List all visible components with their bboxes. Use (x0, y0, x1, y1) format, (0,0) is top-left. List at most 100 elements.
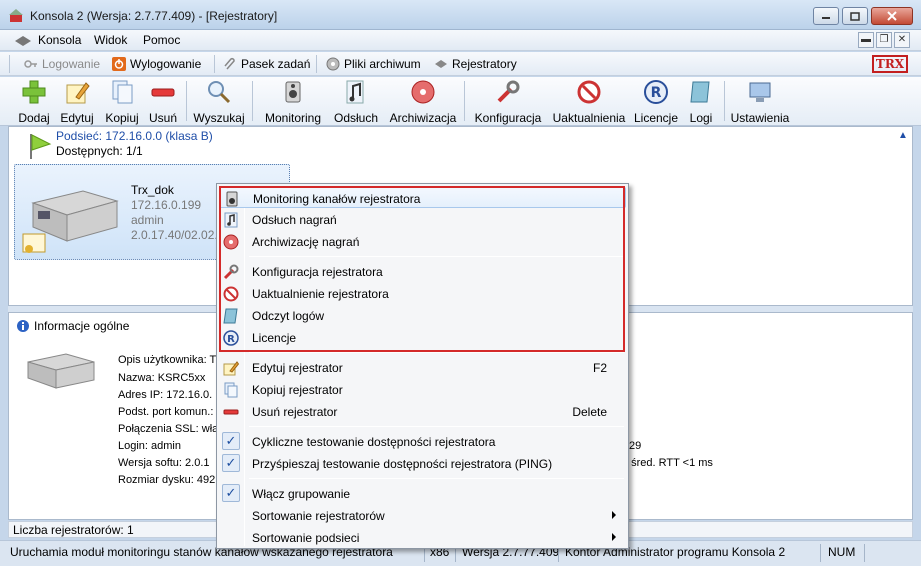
copy-button[interactable]: Kopiuj (101, 79, 143, 125)
menu-app-icon (15, 36, 31, 46)
monitoring-button[interactable]: Monitoring (259, 79, 327, 125)
archiving-label: Archiwizacja (389, 111, 457, 125)
close-button[interactable] (871, 7, 913, 25)
menu-separator (249, 352, 624, 353)
registered-icon: R (223, 330, 239, 346)
monitor-settings-icon (749, 82, 771, 102)
recorder-ip: 172.16.0.199 (131, 198, 202, 212)
speaker-icon (285, 81, 301, 103)
logout-button[interactable]: Wylogowanie (112, 56, 201, 72)
menu-item-copy-recorder[interactable]: Kopiuj rejestrator (219, 379, 626, 400)
menu-item-licenses-label: Licencje (252, 331, 297, 345)
status-separator (864, 544, 865, 562)
logs-button[interactable]: Logi (684, 79, 718, 125)
menu-item-ping-test-label: Przyśpieszaj testowanie dostępności reje… (252, 457, 553, 471)
licenses-button[interactable]: R Licencje (632, 79, 680, 125)
no-entry-icon (577, 80, 601, 104)
menu-konsola[interactable]: Konsola (38, 33, 81, 47)
menu-item-delete-recorder[interactable]: Usuń rejestrator Delete (219, 401, 626, 422)
toolbar-separator (252, 81, 253, 121)
search-button[interactable]: Wyszukaj (193, 79, 245, 125)
menu-item-archiving[interactable]: Archiwizację nagrań (219, 231, 626, 252)
submenu-arrow-icon (612, 533, 616, 541)
minus-icon (151, 88, 175, 97)
info-title: Informacje ogólne (34, 319, 130, 333)
menu-item-licenses[interactable]: R Licencje (219, 327, 626, 348)
info-row-description: Opis użytkownika: T (118, 354, 217, 366)
edit-label: Edytuj (60, 111, 94, 125)
taskbar-button[interactable]: Pasek zadań (223, 56, 310, 72)
info-row-login: Login: admin (118, 440, 181, 452)
settings-button[interactable]: Ustawienia (730, 79, 790, 125)
copy-icon (112, 80, 133, 104)
collapse-icon[interactable]: ▲ (898, 130, 908, 141)
menu-item-playback[interactable]: Odsłuch nagrań (219, 209, 626, 230)
menu-item-update[interactable]: Uaktualnienie rejestratora (219, 283, 626, 304)
search-icon (208, 81, 231, 104)
recorders-label: Rejestratory (452, 57, 517, 71)
log-book-icon (223, 308, 238, 324)
menu-separator (249, 426, 624, 427)
menu-item-logs[interactable]: Odczyt logów (219, 305, 626, 326)
app-icon (9, 9, 23, 22)
checkmark-icon: ✓ (222, 432, 240, 450)
edit-icon (223, 361, 239, 376)
menu-item-configuration-label: Konfiguracja rejestratora (252, 265, 383, 279)
maximize-icon (850, 11, 860, 21)
menu-separator (249, 478, 624, 479)
menu-item-logs-label: Odczyt logów (252, 309, 325, 323)
edit-button[interactable]: Edytuj (56, 79, 98, 125)
menu-item-copy-recorder-label: Kopiuj rejestrator (252, 383, 343, 397)
login-label: Logowanie (42, 57, 101, 71)
quickbar-separator (316, 55, 317, 73)
menu-widok[interactable]: Widok (94, 33, 127, 47)
configuration-button[interactable]: Konfiguracja (472, 79, 544, 125)
checkmark-icon: ✓ (222, 454, 240, 472)
menu-item-archiving-label: Archiwizację nagrań (252, 235, 360, 249)
monitoring-label: Monitoring (264, 111, 322, 125)
log-book-icon (690, 81, 710, 103)
menu-item-sort-recorders[interactable]: Sortowanie rejestratorów (219, 505, 626, 526)
menu-item-monitoring[interactable]: Monitoring kanałów rejestratora (219, 187, 626, 208)
menu-item-cyclic-test[interactable]: ✓ Cykliczne testowanie dostępności rejes… (219, 431, 626, 452)
menu-item-grouping[interactable]: ✓ Włącz grupowanie (219, 483, 626, 504)
add-button[interactable]: Dodaj (14, 79, 54, 125)
login-button[interactable]: Logowanie (24, 56, 100, 72)
quickbar-separator (214, 55, 215, 73)
main-toolbar: Dodaj Edytuj Kopiuj Usuń Wyszukaj Monito… (0, 77, 921, 126)
logs-label: Logi (689, 111, 713, 125)
music-note-icon (346, 80, 364, 104)
maximize-button[interactable] (842, 7, 868, 25)
menu-item-configuration[interactable]: Konfiguracja rejestratora (219, 261, 626, 282)
mdi-minimize-button[interactable]: ▬ (858, 32, 874, 48)
recorders-button[interactable]: Rejestratory (434, 56, 517, 72)
toolbar-separator (724, 81, 725, 121)
archiving-button[interactable]: Archiwizacja (387, 79, 459, 125)
menu-item-sort-subnets[interactable]: Sortowanie podsieci (219, 527, 626, 548)
mdi-close-button[interactable]: ✕ (894, 32, 910, 48)
menu-item-edit-recorder[interactable]: Edytuj rejestrator F2 (219, 357, 626, 378)
copy-label: Kopiuj (105, 111, 139, 125)
close-icon (887, 11, 897, 21)
recorder-count: Liczba rejestratorów: 1 (13, 523, 134, 537)
registered-icon: R (644, 80, 668, 104)
configuration-label: Konfiguracja (474, 111, 542, 125)
subnet-flag-icon (30, 134, 52, 159)
info-row-port: Podst. port komun.: (118, 406, 214, 418)
info-row-disk: Rozmiar dysku: 492, (118, 474, 219, 486)
minimize-button[interactable] (813, 7, 839, 25)
delete-button[interactable]: Usuń (145, 79, 181, 125)
menu-bar: Konsola Widok Pomoc ▬ ❐ ✕ (0, 30, 921, 51)
updates-label: Uaktualnienia (552, 111, 626, 125)
settings-label: Ustawienia (730, 111, 790, 125)
menu-item-ping-test[interactable]: ✓ Przyśpieszaj testowanie dostępności re… (219, 453, 626, 474)
playback-button[interactable]: Odsłuch (331, 79, 381, 125)
subnet-label[interactable]: Podsieć: 172.16.0.0 (klasa B) (56, 129, 213, 143)
recorder-user: admin (131, 213, 164, 227)
archive-files-button[interactable]: Pliki archiwum (326, 56, 421, 72)
menu-pomoc[interactable]: Pomoc (143, 33, 180, 47)
mdi-restore-button[interactable]: ❐ (876, 32, 892, 48)
disc-icon (326, 57, 340, 71)
info-row-ssl: Połączenia SSL: włą (118, 423, 219, 435)
updates-button[interactable]: Uaktualnienia (549, 79, 629, 125)
